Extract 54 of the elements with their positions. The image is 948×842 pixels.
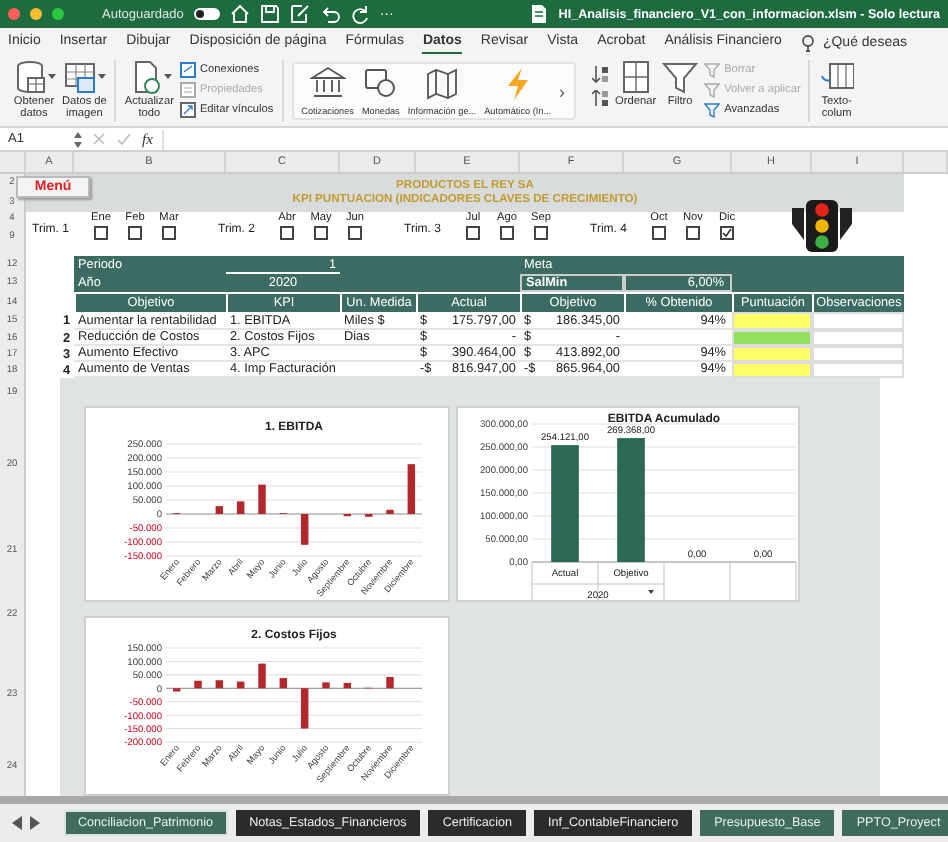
minimize-button[interactable] [30,8,42,20]
bar [300,688,309,729]
edit-icon[interactable] [289,4,310,24]
month-checkbox[interactable] [128,226,142,240]
autosave-toggle[interactable] [193,8,220,20]
bar [236,501,245,514]
bar [215,680,224,689]
bar [279,678,288,689]
month-checkbox[interactable] [162,226,176,240]
month-checkbox[interactable] [720,226,734,240]
bar [386,509,394,514]
month-checkbox[interactable] [280,226,294,240]
link-icon [179,102,196,118]
lightbulb-icon [800,33,817,51]
bar [343,682,352,689]
bar [551,445,579,562]
map-icon [423,66,460,100]
stepper-icon[interactable] [74,131,82,147]
reapply-filter-icon [704,82,721,98]
save-icon[interactable] [259,4,280,24]
month-checkbox[interactable] [500,226,514,240]
sort-descending-icon[interactable] [591,90,610,108]
sort-ascending-icon[interactable] [591,66,610,84]
table-cell [812,312,904,330]
bank-icon [309,66,346,100]
bar [617,438,645,562]
bar [322,682,330,689]
month-checkbox[interactable] [314,226,328,240]
connections-icon [179,62,196,78]
previous-sheet-icon[interactable] [12,816,22,830]
bar [386,677,394,689]
bar [407,464,416,514]
month-checkbox[interactable] [652,226,666,240]
month-checkbox[interactable] [94,226,108,240]
undo-icon[interactable] [319,4,340,24]
properties-icon [179,82,196,98]
month-checkbox[interactable] [686,226,700,240]
traffic-light-icon [792,200,852,252]
bar [236,681,245,689]
bar [258,484,266,514]
bar [215,506,224,514]
home-icon[interactable] [229,4,250,24]
month-checkbox[interactable] [466,226,480,240]
month-checkbox[interactable] [534,226,548,240]
next-sheet-icon[interactable] [30,816,40,830]
redo-icon[interactable] [349,4,370,24]
month-checkbox[interactable] [348,226,362,240]
advanced-filter-icon [704,102,721,118]
clear-filter-icon [704,62,721,78]
bar [258,663,266,689]
scroll-right-button[interactable]: › [559,81,566,101]
bar [194,680,202,689]
bar [300,514,309,545]
zoom-button[interactable] [52,8,64,20]
